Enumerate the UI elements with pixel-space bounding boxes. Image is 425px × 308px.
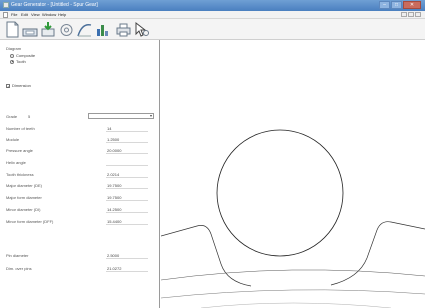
minimize-button[interactable]: – xyxy=(379,1,390,9)
param-row: Number of teeth 14 xyxy=(6,124,156,132)
field-underline xyxy=(106,271,148,272)
diagram-group-title: Diagram xyxy=(6,46,22,51)
param-row: Major diameter (DE) 19.7500 xyxy=(6,181,156,189)
minor-arc xyxy=(200,302,392,308)
pin-row: Pin diameter 2.5000 xyxy=(6,251,156,259)
grade-row: Grade 5 ▾ xyxy=(6,112,156,120)
child-minimize-button[interactable] xyxy=(401,12,407,17)
export-icon[interactable] xyxy=(40,21,57,38)
menu-window[interactable]: Window xyxy=(42,12,56,18)
root-arc xyxy=(161,289,425,299)
param-row: Helix angle xyxy=(6,158,156,166)
param-label: Helix angle xyxy=(6,160,26,165)
field-underline xyxy=(106,142,148,143)
field-underline xyxy=(106,258,148,259)
param-label: Major diameter (DE) xyxy=(6,183,43,188)
param-row: Minor form diameter (DFF) 15.4400 xyxy=(6,217,156,225)
pin-label: Dim. over pins xyxy=(6,266,32,271)
param-row: Minor diameter (DI) 14.2500 xyxy=(6,205,156,213)
dimension-label: Dimension xyxy=(12,83,31,88)
field-underline xyxy=(106,153,148,154)
menu-bar: File Edit View Window Help xyxy=(0,11,425,19)
param-label: Minor form diameter (DFF) xyxy=(6,219,54,224)
child-restore-button[interactable] xyxy=(408,12,414,17)
chevron-down-icon[interactable]: ▾ xyxy=(150,114,152,118)
param-row: Tooth thickness 2.0214 xyxy=(6,170,156,178)
title-bar: Gear Generator - [Untitled - Spur Gear] … xyxy=(0,0,425,11)
radio-tooth-circle[interactable] xyxy=(10,59,14,64)
tooth-profile-right xyxy=(330,221,425,286)
param-row: Module 1.2500 xyxy=(6,135,156,143)
field-underline xyxy=(106,224,148,225)
param-label: Tooth thickness xyxy=(6,172,34,177)
save-icon[interactable] xyxy=(22,21,39,38)
pin-label: Pin diameter xyxy=(6,253,29,258)
param-row: Pressure angle 20.0000 xyxy=(6,146,156,154)
chart-icon[interactable] xyxy=(94,21,111,38)
radio-tooth[interactable]: Tooth xyxy=(10,59,26,64)
field-underline xyxy=(106,212,148,213)
pin-circle xyxy=(216,129,344,257)
pin-row: Dim. over pins 21.0272 xyxy=(6,264,156,272)
window-title: Gear Generator - [Untitled - Spur Gear] xyxy=(11,2,98,8)
toolbar xyxy=(0,19,425,40)
drawing-viewport[interactable] xyxy=(161,40,425,308)
field-underline xyxy=(106,165,148,166)
field-underline xyxy=(106,177,148,178)
radio-composite-circle[interactable] xyxy=(10,53,14,58)
menu-edit[interactable]: Edit xyxy=(21,12,28,18)
menu-help[interactable]: Help xyxy=(58,12,66,18)
param-label: Module xyxy=(6,137,20,142)
radio-tooth-label: Tooth xyxy=(16,59,26,64)
close-button[interactable]: ✕ xyxy=(403,1,421,9)
maximize-button[interactable]: □ xyxy=(391,1,402,9)
field-underline xyxy=(106,131,148,132)
grade-label: Grade xyxy=(6,114,18,119)
param-label: Pressure angle xyxy=(6,148,33,153)
new-document-icon[interactable] xyxy=(4,21,21,38)
gear-drawing xyxy=(161,129,425,308)
param-label: Number of teeth xyxy=(6,126,35,131)
radio-composite[interactable]: Composite xyxy=(10,53,35,58)
dimension-checkbox[interactable]: ✓ xyxy=(6,83,10,88)
grade-select[interactable]: ▾ xyxy=(88,113,154,119)
properties-panel: Diagram Composite Tooth ✓ Dimension Grad… xyxy=(0,40,160,308)
menu-view[interactable]: View xyxy=(31,12,40,18)
print-icon[interactable] xyxy=(115,21,132,38)
pitch-arc xyxy=(161,269,425,281)
dimension-checkbox-row[interactable]: ✓ Dimension xyxy=(6,83,31,88)
curve-icon[interactable] xyxy=(76,21,93,38)
field-underline xyxy=(106,188,148,189)
app-icon xyxy=(3,2,9,8)
child-close-button[interactable] xyxy=(415,12,421,17)
field-underline xyxy=(106,200,148,201)
document-icon xyxy=(3,12,8,18)
param-label: Minor diameter (DI) xyxy=(6,207,41,212)
radio-composite-label: Composite xyxy=(16,53,36,58)
diagram-group: Diagram Composite Tooth xyxy=(6,46,66,70)
cursor-icon[interactable] xyxy=(133,21,150,38)
gear-tool-icon[interactable] xyxy=(58,21,75,38)
menu-file[interactable]: File xyxy=(11,12,17,18)
param-label: Major form diameter xyxy=(6,195,42,200)
grade-suffix: 5 xyxy=(28,114,31,119)
param-row: Major form diameter 19.7500 xyxy=(6,193,156,201)
